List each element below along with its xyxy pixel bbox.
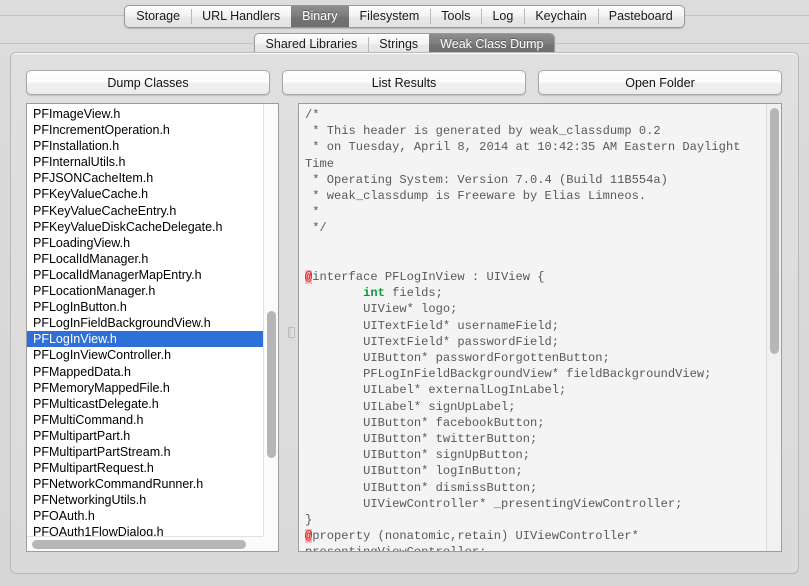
list-item[interactable]: PFInternalUtils.h bbox=[27, 154, 263, 170]
list-item[interactable]: PFMulticastDelegate.h bbox=[27, 396, 263, 412]
list-item[interactable]: PFNetworkCommandRunner.h bbox=[27, 476, 263, 492]
dump-classes-button[interactable]: Dump Classes bbox=[26, 70, 270, 95]
list-item[interactable]: PFLogInFieldBackgroundView.h bbox=[27, 315, 263, 331]
list-item[interactable]: PFInstallation.h bbox=[27, 138, 263, 154]
list-item[interactable]: PFMemoryMappedFile.h bbox=[27, 380, 263, 396]
tab-log[interactable]: Log bbox=[481, 6, 524, 27]
list-item[interactable]: PFMultipartPartStream.h bbox=[27, 444, 263, 460]
list-item[interactable]: PFMultiCommand.h bbox=[27, 412, 263, 428]
list-item[interactable]: PFLocalIdManager.h bbox=[27, 251, 263, 267]
file-list-vertical-scrollbar-thumb[interactable] bbox=[267, 311, 276, 459]
tab-binary[interactable]: Binary bbox=[291, 6, 349, 27]
list-item[interactable]: PFKeyValueCache.h bbox=[27, 186, 263, 202]
file-list-horizontal-scrollbar[interactable] bbox=[27, 536, 263, 551]
tab-pasteboard[interactable]: Pasteboard bbox=[597, 6, 684, 27]
list-item[interactable]: PFIncrementOperation.h bbox=[27, 122, 263, 138]
header-code-viewport[interactable]: /* * This header is generated by weak_cl… bbox=[299, 104, 766, 551]
list-item[interactable]: PFMultipartRequest.h bbox=[27, 460, 263, 476]
list-item[interactable]: PFLoadingView.h bbox=[27, 235, 263, 251]
list-item[interactable]: PFLocationManager.h bbox=[27, 283, 263, 299]
code-vertical-scrollbar[interactable] bbox=[766, 104, 781, 551]
class-file-list-viewport[interactable]: PFImageView.h PFIncrementOperation.h PFIns… bbox=[27, 104, 263, 536]
list-item[interactable]: PFLocalIdManagerMapEntry.h bbox=[27, 267, 263, 283]
file-list-scrollbar-corner bbox=[263, 536, 278, 551]
file-list-horizontal-scrollbar-thumb[interactable] bbox=[31, 540, 247, 549]
list-item[interactable]: PFMappedData.h bbox=[27, 364, 263, 380]
header-code-text: /* * This header is generated by weak_cl… bbox=[305, 108, 741, 551]
list-item[interactable]: PFNetworkingUtils.h bbox=[27, 492, 263, 508]
open-folder-button[interactable]: Open Folder bbox=[538, 70, 782, 95]
class-file-list-panel: PFImageView.h PFIncrementOperation.h PFIns… bbox=[26, 103, 279, 552]
tab-filesystem[interactable]: Filesystem bbox=[349, 6, 431, 27]
list-item[interactable]: PFMultipartPart.h bbox=[27, 428, 263, 444]
list-item[interactable]: PFKeyValueCacheEntry.h bbox=[27, 203, 263, 219]
tab-storage[interactable]: Storage bbox=[125, 6, 191, 27]
tab-url-handlers[interactable]: URL Handlers bbox=[191, 6, 291, 27]
list-item[interactable]: PFImageView.h bbox=[27, 106, 263, 122]
list-item[interactable]: PFJSONCacheItem.h bbox=[27, 170, 263, 186]
tabgroup-main: Storage URL Handlers Binary Filesystem T… bbox=[124, 5, 685, 28]
action-button-row: Dump Classes List Results Open Folder bbox=[26, 70, 782, 95]
tab-keychain[interactable]: Keychain bbox=[524, 6, 597, 27]
list-item[interactable]: PFLogInView.h bbox=[27, 331, 263, 348]
class-file-list: PFImageView.h PFIncrementOperation.h PFIns… bbox=[27, 104, 263, 536]
list-item[interactable]: PFOAuth1FlowDialog.h bbox=[27, 524, 263, 536]
app-window: Storage URL Handlers Binary Filesystem T… bbox=[0, 0, 809, 586]
list-item[interactable]: PFOAuth.h bbox=[27, 508, 263, 524]
tabbar-main: Storage URL Handlers Binary Filesystem T… bbox=[0, 5, 809, 28]
list-item[interactable]: PFLogInButton.h bbox=[27, 299, 263, 315]
file-list-vertical-scrollbar[interactable] bbox=[263, 104, 278, 536]
tab-tools[interactable]: Tools bbox=[430, 6, 481, 27]
code-vertical-scrollbar-thumb[interactable] bbox=[770, 108, 779, 355]
list-item[interactable]: PFLogInViewController.h bbox=[27, 347, 263, 363]
list-results-button[interactable]: List Results bbox=[282, 70, 526, 95]
header-code-panel: /* * This header is generated by weak_cl… bbox=[298, 103, 782, 552]
panel-divider-grip[interactable] bbox=[288, 327, 295, 338]
list-item[interactable]: PFKeyValueDiskCacheDelegate.h bbox=[27, 219, 263, 235]
